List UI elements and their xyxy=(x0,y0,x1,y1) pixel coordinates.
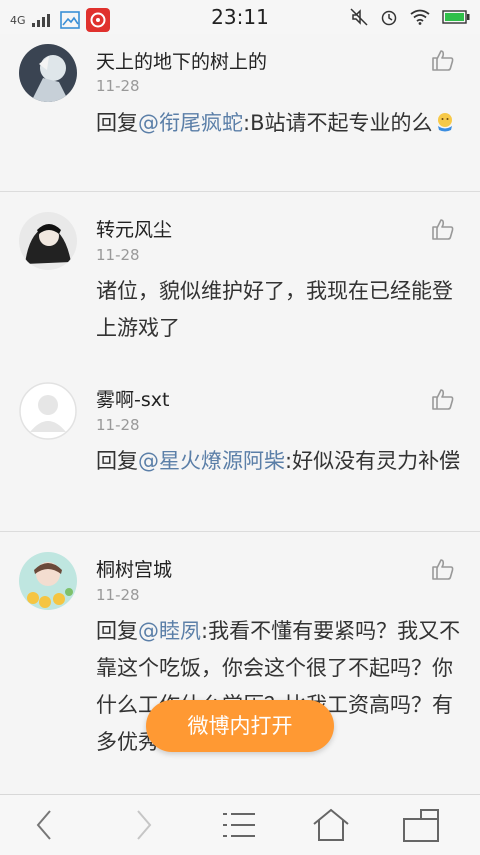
comment-date: 11-28 xyxy=(96,416,140,434)
thumbs-up-icon[interactable] xyxy=(431,557,455,581)
tabs-icon[interactable] xyxy=(401,807,441,843)
avatar[interactable] xyxy=(19,552,77,610)
mute-icon xyxy=(350,8,368,26)
reply-prefix: 回复 xyxy=(96,619,138,643)
home-icon[interactable] xyxy=(311,807,351,843)
comment-date: 11-28 xyxy=(96,77,140,95)
comment-date: 11-28 xyxy=(96,246,140,264)
bottom-nav-bar xyxy=(0,794,480,855)
comment-text: 诸位，貌似维护好了，我现在已经能登上游戏了 xyxy=(96,279,453,340)
avatar[interactable] xyxy=(19,44,77,102)
comment-username[interactable]: 桐树宫城 xyxy=(96,555,172,582)
menu-icon[interactable] xyxy=(219,807,259,843)
mention-link[interactable]: @衔尾疯蛇 xyxy=(138,111,243,135)
comment-item: 雾啊-sxt 11-28 回复@星火燎源阿柴:好似没有灵力补偿 xyxy=(0,372,480,532)
chevron-right-icon[interactable] xyxy=(122,807,162,843)
reply-prefix: 回复 xyxy=(96,111,138,135)
alarm-icon xyxy=(381,10,397,26)
reply-prefix: 回复 xyxy=(96,449,138,473)
thumbs-up-icon[interactable] xyxy=(431,48,455,72)
comment-item: 天上的地下的树上的 11-28 回复@衔尾疯蛇:B站请不起专业的么 xyxy=(0,34,480,192)
comment-text: 回复@衔尾疯蛇:B站请不起专业的么 xyxy=(96,105,466,142)
thumbs-up-icon[interactable] xyxy=(431,217,455,241)
chevron-left-icon[interactable] xyxy=(26,807,66,843)
comment-username[interactable]: 转元风尘 xyxy=(96,215,172,242)
avatar[interactable] xyxy=(19,382,77,440)
status-right xyxy=(350,8,470,26)
comment-feed[interactable]: 天上的地下的树上的 11-28 回复@衔尾疯蛇:B站请不起专业的么 转元风尘 1… xyxy=(0,34,480,794)
comment-body: :好似没有灵力补偿 xyxy=(285,449,461,473)
comment-body: :B站请不起专业的么 xyxy=(243,111,433,135)
mention-link[interactable]: @星火燎源阿柴 xyxy=(138,449,285,473)
status-bar: 4G 23:11 xyxy=(0,0,480,34)
comment-date: 11-28 xyxy=(96,586,140,604)
comment-text: 回复@星火燎源阿柴:好似没有灵力补偿 xyxy=(96,443,466,480)
thumbs-up-icon[interactable] xyxy=(431,387,455,411)
comment-username[interactable]: 天上的地下的树上的 xyxy=(96,47,267,74)
mention-link[interactable]: @睦夙 xyxy=(138,619,201,643)
battery-icon xyxy=(442,10,470,24)
comment-username[interactable]: 雾啊-sxt xyxy=(96,385,169,412)
wifi-icon xyxy=(410,9,430,25)
emoji-icon xyxy=(438,113,453,132)
comment-item: 桐树宫城 11-28 回复@睦夙:我看不懂有要紧吗？我又不靠这个吃饭，你会这个很… xyxy=(0,532,480,794)
open-in-weibo-button[interactable]: 微博内打开 xyxy=(146,700,334,752)
comment-item: 转元风尘 11-28 诸位，貌似维护好了，我现在已经能登上游戏了 xyxy=(0,192,480,372)
avatar[interactable] xyxy=(19,212,77,270)
